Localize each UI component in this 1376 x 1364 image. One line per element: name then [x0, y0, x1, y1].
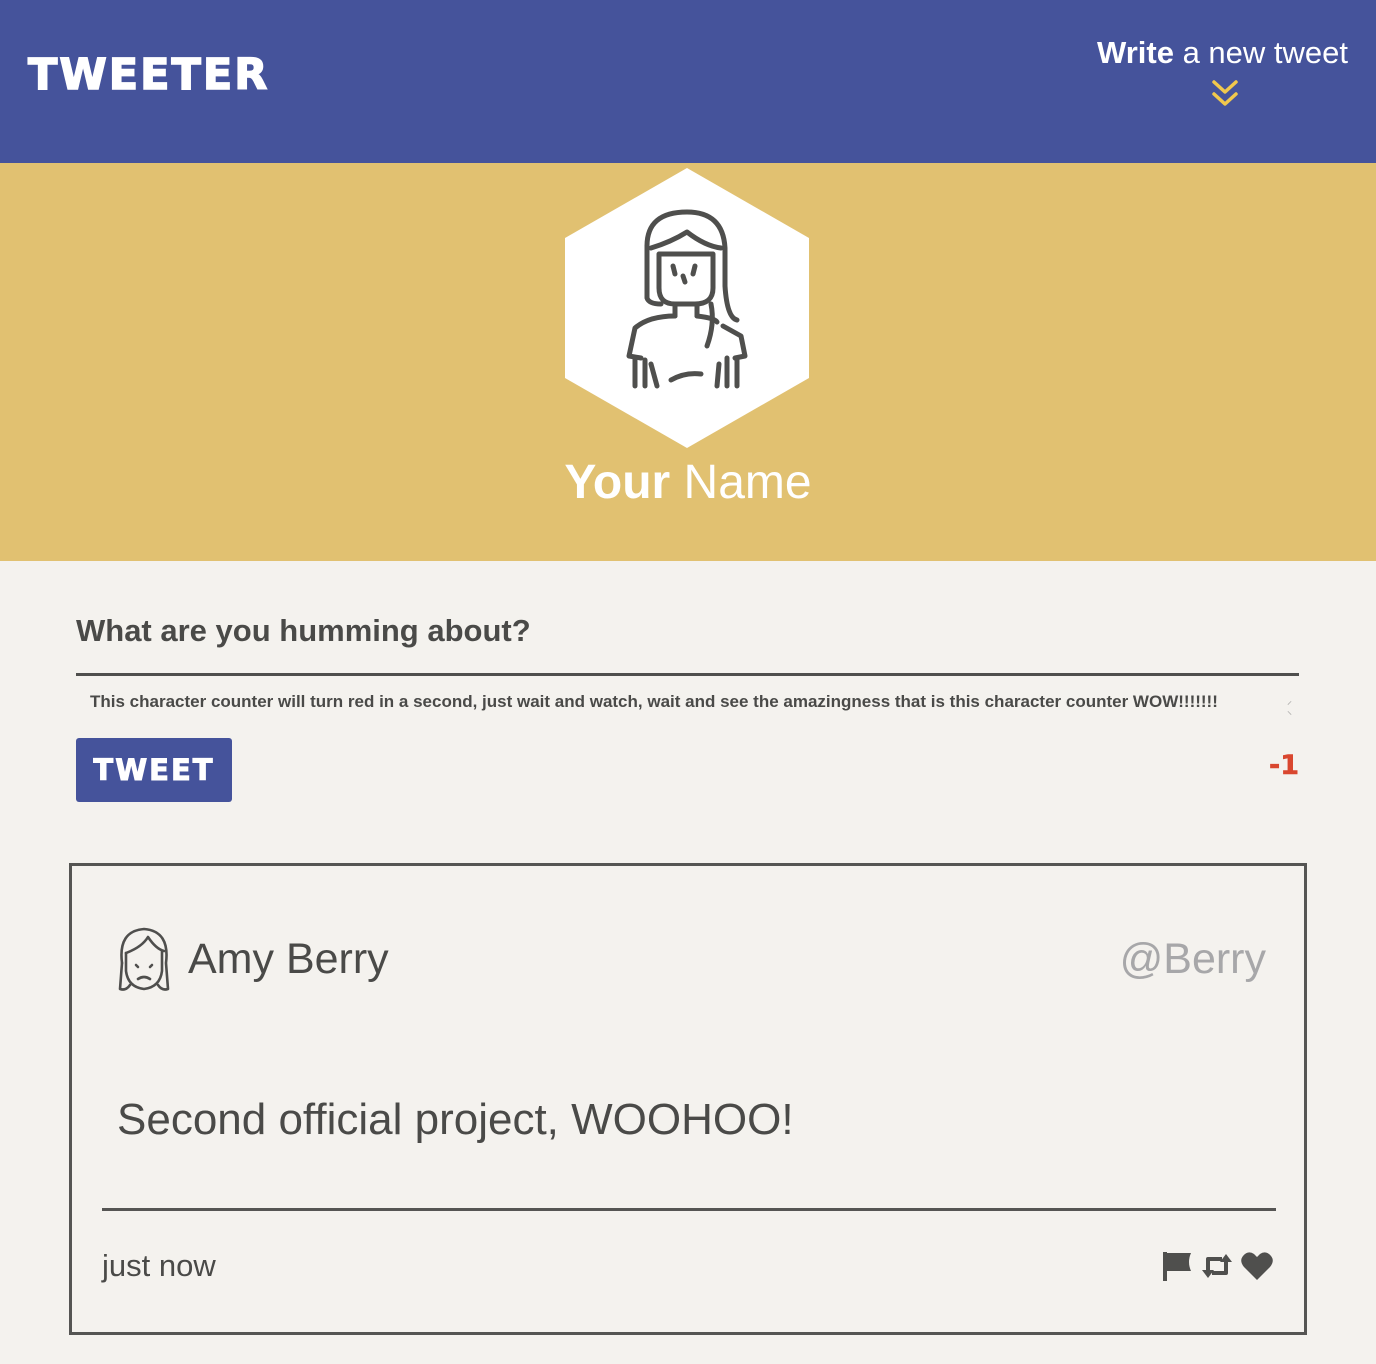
character-counter: -1	[1269, 750, 1300, 781]
tweet-timestamp: just now	[102, 1248, 216, 1283]
brand-logo[interactable]: TWEETER	[27, 53, 269, 98]
tweet-card: Amy Berry @Berry Second official project…	[69, 863, 1307, 1335]
tweet-author-name: Amy Berry	[188, 935, 389, 983]
retweet-icon[interactable]	[1200, 1249, 1234, 1283]
top-nav: TWEETER Write a new tweet	[0, 0, 1376, 163]
compose-divider	[76, 673, 1299, 676]
write-new-tweet-label[interactable]: Write a new tweet	[1088, 34, 1348, 71]
write-new-tweet-toggle[interactable]: Write a new tweet	[1088, 34, 1348, 106]
user-avatar-icon	[118, 927, 170, 991]
flag-icon[interactable]	[1160, 1249, 1194, 1283]
textarea-resize-handle[interactable]: ⸝ ⸜	[1287, 697, 1299, 721]
tweet-author-handle: @Berry	[1119, 935, 1266, 983]
heart-icon[interactable]	[1240, 1249, 1274, 1283]
profile-name: Your Name	[564, 456, 812, 509]
tweet-submit-button[interactable]: TWEET	[76, 738, 232, 802]
compose-prompt: What are you humming about?	[76, 613, 531, 648]
profile-header: Your Name	[0, 163, 1376, 561]
tweet-textarea[interactable]: This character counter will turn red in …	[76, 684, 1299, 724]
tweet-divider	[102, 1208, 1276, 1211]
tweet-content: Second official project, WOOHOO!	[117, 1095, 794, 1144]
tweet-actions	[1160, 1248, 1274, 1284]
user-avatar-icon	[565, 168, 809, 448]
double-chevron-down-icon[interactable]	[1210, 78, 1240, 110]
